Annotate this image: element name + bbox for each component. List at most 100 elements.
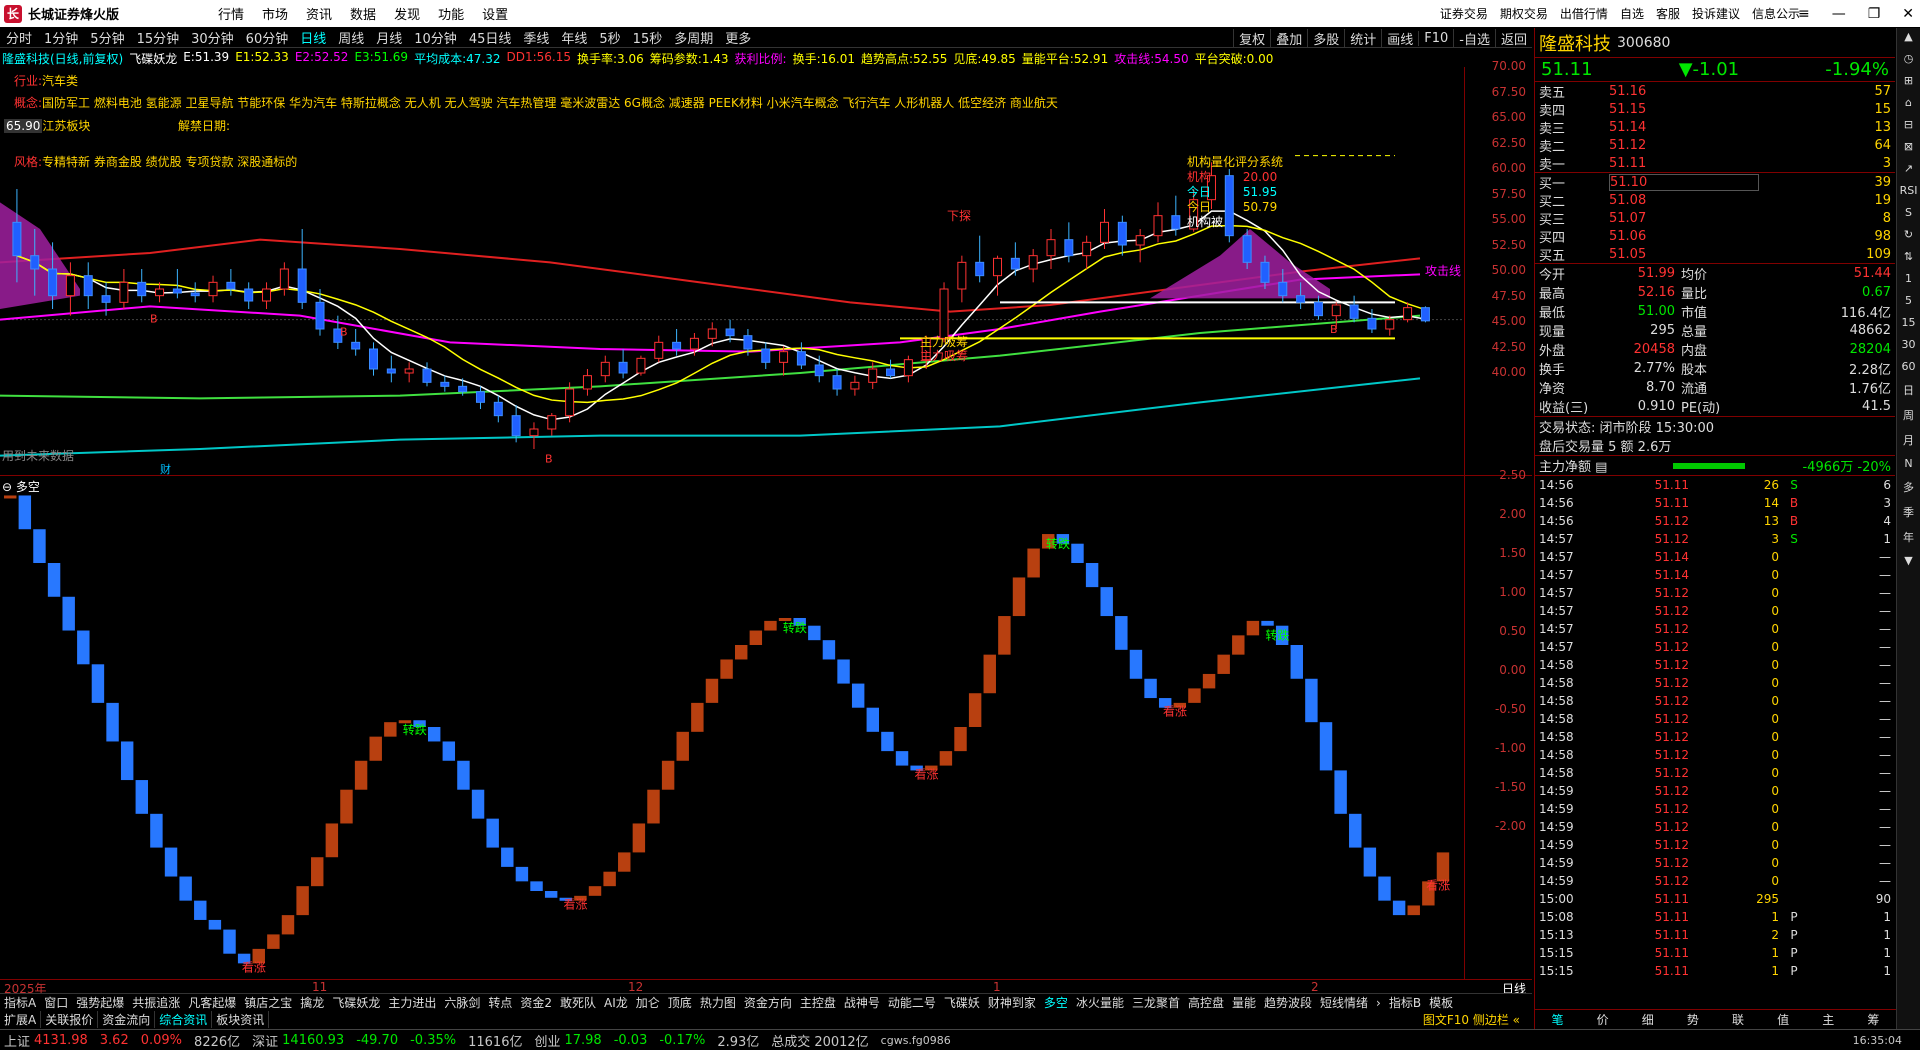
tick-list[interactable]: 14:56 51.11 26 S 6 14:56 51.11 14 B 3 14:56 51.12 13… [1535,476,1895,980]
menu-service[interactable]: 客服 [1656,5,1680,22]
sidebar-button[interactable]: 60 [1899,360,1919,373]
indicator-tab[interactable]: 主力进出 [384,994,440,1011]
bull-bear-svg[interactable]: 看涨转跌看涨转跌看涨转跌看涨转跌看涨 [0,476,1532,980]
bid-row[interactable]: 买五 51.05 109 [1535,245,1895,264]
period-tab[interactable]: 季线 [517,28,555,47]
indicator-tab[interactable]: 敢死队 [556,994,600,1011]
period-tab[interactable]: 1分钟 [38,28,84,47]
sidebar-button[interactable]: ▼ [1899,554,1919,567]
sidebar-button[interactable]: 30 [1899,338,1919,351]
indicator-tab[interactable]: 转点 [484,994,516,1011]
sidebar-button[interactable]: ⊠ [1899,140,1919,153]
panel-tab[interactable]: 细 [1625,1010,1670,1029]
indicator-settings-icon[interactable]: ⊖ [2,480,12,494]
period-tab[interactable]: 30分钟 [185,28,240,47]
indicator-name[interactable]: 飞碟妖龙 [129,50,177,67]
indicator-tab[interactable]: 短线情绪 [1316,994,1372,1011]
list-icon[interactable]: ▤ [1595,460,1607,475]
indicator-tab[interactable]: 三龙聚首 [1128,994,1184,1011]
ask-row[interactable]: 卖五 51.16 57 [1535,82,1895,101]
sidebar-button[interactable]: 月 [1899,432,1919,448]
period-tab[interactable]: 多周期 [668,28,719,47]
sidebar-button[interactable]: 季 [1899,504,1919,520]
toolbar-button[interactable]: 多股 [1307,28,1344,48]
indicator-tab[interactable]: 量能 [1228,994,1260,1011]
panel-tab[interactable]: 笔 [1535,1010,1580,1029]
menu-option-trade[interactable]: 期权交易 [1500,5,1548,22]
toolbar-button[interactable]: 画线 [1381,28,1418,48]
indicator-tab[interactable]: 战神号 [840,994,884,1011]
period-tab[interactable]: 日线 [294,28,332,47]
indicator-tab[interactable]: 擒龙 [296,994,328,1011]
period-tab[interactable]: 5分钟 [84,28,130,47]
panel-tab[interactable]: 联 [1716,1010,1761,1029]
indicator-tab[interactable]: 多空 [1040,994,1072,1011]
sidebar-button[interactable]: 年 [1899,529,1919,545]
ask-row[interactable]: 卖二 51.12 64 [1535,136,1895,155]
candlestick-chart[interactable]: B B B B 70.00 67.50 65.00 62.50 60.00 57.50 55.00… [0,59,1532,476]
ask-row[interactable]: 卖四 51.15 15 [1535,100,1895,119]
indicator-tab[interactable]: 指标B [1385,994,1425,1011]
sidebar-button[interactable]: ↗ [1899,162,1919,175]
panel-tab[interactable]: 值 [1761,1010,1806,1029]
extension-tab[interactable]: 扩展A [0,1011,42,1028]
menu-trade[interactable]: 证券交易 [1440,5,1488,22]
period-tab[interactable]: 45日线 [463,28,518,47]
indicator-tab[interactable]: 指标A [0,994,40,1011]
sidebar-button[interactable]: N [1899,457,1919,470]
menu-watchlist[interactable]: 自选 [1620,5,1644,22]
menu-disclosure[interactable]: 信息公示 [1752,5,1800,22]
toolbar-button[interactable]: -自选 [1453,28,1495,48]
f10-sidebar-toggle[interactable]: 图文F10 侧边栏 « [1419,1011,1524,1028]
toolbar-button[interactable]: 返回 [1494,28,1532,48]
extension-tab[interactable]: 关联报价 [41,1011,99,1028]
bid-row[interactable]: 买四 51.06 98 [1535,227,1895,246]
indicator-tab[interactable]: 资金方向 [740,994,796,1011]
indicator-tab[interactable]: 冰火量能 [1072,994,1128,1011]
restore-icon[interactable]: ❐ [1868,6,1881,22]
extension-tab[interactable]: 板块资讯 [212,1011,270,1028]
sidebar-button[interactable]: ↻ [1899,228,1919,241]
indicator-tab[interactable]: 强势起爆 [72,994,128,1011]
sidebar-button[interactable]: ◷ [1899,52,1919,65]
indicator-tab[interactable]: 动能二号 [884,994,940,1011]
menu-discover[interactable]: 发现 [394,4,420,23]
ask-row[interactable]: 卖三 51.14 13 [1535,118,1895,137]
sidebar-button[interactable]: ⇅ [1899,250,1919,263]
indicator-tab[interactable]: 加仑 [632,994,664,1011]
close-icon[interactable]: ✕ [1902,6,1914,22]
panel-tab[interactable]: 主 [1806,1010,1851,1029]
sidebar-button[interactable]: ▲ [1899,30,1919,43]
sidebar-button[interactable]: 周 [1899,407,1919,423]
panel-tab[interactable]: 势 [1670,1010,1715,1029]
toolbar-button[interactable]: F10 [1418,30,1453,46]
menu-lending[interactable]: 出借行情 [1560,5,1608,22]
indicator-tab[interactable]: 凡客起爆 [184,994,240,1011]
indicator-tab[interactable]: 窗口 [40,994,72,1011]
period-tab[interactable]: 月线 [370,28,408,47]
sidebar-button[interactable]: ⌂ [1899,96,1919,109]
sidebar-button[interactable]: RSI [1899,184,1919,197]
sidebar-button[interactable]: 多 [1899,479,1919,495]
indicator-tab[interactable]: 趋势波段 [1260,994,1316,1011]
toolbar-button[interactable]: 统计 [1344,28,1381,48]
indicator-tab[interactable]: 模板 [1425,994,1457,1011]
menu-markets[interactable]: 市场 [262,4,288,23]
extension-tab[interactable]: 综合资讯 [155,1011,213,1028]
period-tab[interactable]: 周线 [332,28,370,47]
menu-settings[interactable]: 设置 [482,4,508,23]
toolbar-button[interactable]: 复权 [1233,28,1270,48]
sidebar-button[interactable]: S [1899,206,1919,219]
indicator-tab[interactable]: 共振追涨 [128,994,184,1011]
sidebar-button[interactable]: 15 [1899,316,1919,329]
ask-row[interactable]: 卖一 51.11 3 [1535,154,1895,173]
menu-functions[interactable]: 功能 [438,4,464,23]
indicator-tab[interactable]: AI龙 [600,994,632,1011]
sidebar-button[interactable]: 1 [1899,272,1919,285]
period-tab[interactable]: 5秒 [593,28,626,47]
menu-data[interactable]: 数据 [350,4,376,23]
bid-row[interactable]: 买三 51.07 8 [1535,209,1895,228]
hamburger-icon[interactable]: ≡ [1798,6,1810,22]
indicator-tab[interactable]: 主控盘 [796,994,840,1011]
bid-row[interactable]: 买二 51.08 19 [1535,191,1895,210]
